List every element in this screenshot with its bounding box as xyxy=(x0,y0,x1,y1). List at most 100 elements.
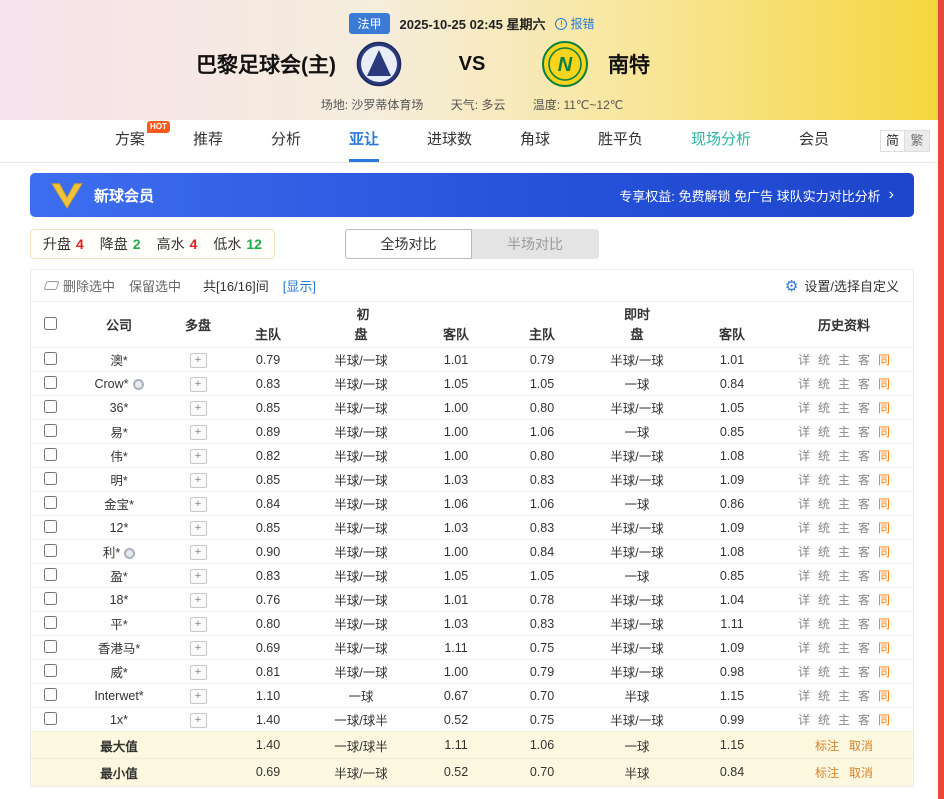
history-link-客[interactable]: 客 xyxy=(858,713,870,727)
multi-odds-button[interactable]: + xyxy=(190,569,207,584)
history-link-同[interactable]: 同 xyxy=(878,689,890,703)
row-checkbox[interactable] xyxy=(44,712,57,725)
history-link-详[interactable]: 详 xyxy=(798,521,810,535)
company-name[interactable]: 18* xyxy=(110,593,129,607)
multi-odds-button[interactable]: + xyxy=(190,521,207,536)
history-link-主[interactable]: 主 xyxy=(838,353,850,367)
history-link-详[interactable]: 详 xyxy=(798,425,810,439)
history-link-同[interactable]: 同 xyxy=(878,569,890,583)
history-link-统[interactable]: 统 xyxy=(818,617,830,631)
action-标注[interactable]: 标注 xyxy=(815,766,839,780)
history-link-客[interactable]: 客 xyxy=(858,353,870,367)
history-link-客[interactable]: 客 xyxy=(858,617,870,631)
row-checkbox[interactable] xyxy=(44,688,57,701)
action-标注[interactable]: 标注 xyxy=(815,739,839,753)
history-link-统[interactable]: 统 xyxy=(818,497,830,511)
company-name[interactable]: 36* xyxy=(110,401,129,415)
history-link-同[interactable]: 同 xyxy=(878,449,890,463)
company-name[interactable]: Interwet* xyxy=(94,689,143,703)
history-link-详[interactable]: 详 xyxy=(798,689,810,703)
multi-odds-button[interactable]: + xyxy=(190,401,207,416)
history-link-同[interactable]: 同 xyxy=(878,521,890,535)
multi-odds-button[interactable]: + xyxy=(190,689,207,704)
row-checkbox[interactable] xyxy=(44,352,57,365)
multi-odds-button[interactable]: + xyxy=(190,713,207,728)
row-checkbox[interactable] xyxy=(44,640,57,653)
history-link-客[interactable]: 客 xyxy=(858,377,870,391)
history-link-主[interactable]: 主 xyxy=(838,545,850,559)
history-link-统[interactable]: 统 xyxy=(818,449,830,463)
history-link-统[interactable]: 统 xyxy=(818,473,830,487)
history-link-同[interactable]: 同 xyxy=(878,401,890,415)
row-checkbox[interactable] xyxy=(44,400,57,413)
action-取消[interactable]: 取消 xyxy=(849,739,873,753)
company-name[interactable]: 威* xyxy=(110,666,127,680)
company-name[interactable]: 澳* xyxy=(110,354,127,368)
history-link-统[interactable]: 统 xyxy=(818,689,830,703)
history-link-主[interactable]: 主 xyxy=(838,665,850,679)
nav-item-分析[interactable]: 分析 xyxy=(271,120,301,162)
row-checkbox[interactable] xyxy=(44,448,57,461)
history-link-主[interactable]: 主 xyxy=(838,425,850,439)
row-checkbox[interactable] xyxy=(44,520,57,533)
half-match-toggle[interactable]: 半场对比 xyxy=(472,229,599,259)
history-link-统[interactable]: 统 xyxy=(818,401,830,415)
company-name[interactable]: 12* xyxy=(110,521,129,535)
company-name[interactable]: 金宝* xyxy=(104,498,134,512)
history-link-详[interactable]: 详 xyxy=(798,641,810,655)
history-link-同[interactable]: 同 xyxy=(878,641,890,655)
history-link-详[interactable]: 详 xyxy=(798,593,810,607)
history-link-主[interactable]: 主 xyxy=(838,593,850,607)
row-checkbox[interactable] xyxy=(44,424,57,437)
history-link-主[interactable]: 主 xyxy=(838,401,850,415)
multi-odds-button[interactable]: + xyxy=(190,353,207,368)
history-link-详[interactable]: 详 xyxy=(798,545,810,559)
history-link-统[interactable]: 统 xyxy=(818,377,830,391)
history-link-详[interactable]: 详 xyxy=(798,665,810,679)
history-link-客[interactable]: 客 xyxy=(858,425,870,439)
history-link-主[interactable]: 主 xyxy=(838,641,850,655)
nav-item-推荐[interactable]: 推荐 xyxy=(193,120,223,162)
history-link-客[interactable]: 客 xyxy=(858,593,870,607)
report-error-link[interactable]: ! 报错 xyxy=(555,15,594,32)
history-link-同[interactable]: 同 xyxy=(878,545,890,559)
history-link-客[interactable]: 客 xyxy=(858,545,870,559)
history-link-同[interactable]: 同 xyxy=(878,377,890,391)
history-link-统[interactable]: 统 xyxy=(818,593,830,607)
history-link-详[interactable]: 详 xyxy=(798,473,810,487)
history-link-客[interactable]: 客 xyxy=(858,689,870,703)
nav-item-现场分析[interactable]: 现场分析 xyxy=(691,120,751,162)
lang-traditional-button[interactable]: 繁 xyxy=(905,130,930,152)
history-link-统[interactable]: 统 xyxy=(818,353,830,367)
history-link-统[interactable]: 统 xyxy=(818,713,830,727)
history-link-同[interactable]: 同 xyxy=(878,593,890,607)
lang-simplified-button[interactable]: 简 xyxy=(880,130,905,152)
nav-item-角球[interactable]: 角球 xyxy=(520,120,550,162)
show-link[interactable]: [显示] xyxy=(283,276,316,295)
multi-odds-button[interactable]: + xyxy=(190,545,207,560)
history-link-主[interactable]: 主 xyxy=(838,473,850,487)
row-checkbox[interactable] xyxy=(44,568,57,581)
row-checkbox[interactable] xyxy=(44,616,57,629)
history-link-详[interactable]: 详 xyxy=(798,353,810,367)
history-link-同[interactable]: 同 xyxy=(878,713,890,727)
history-link-同[interactable]: 同 xyxy=(878,353,890,367)
history-link-同[interactable]: 同 xyxy=(878,473,890,487)
history-link-主[interactable]: 主 xyxy=(838,569,850,583)
history-link-主[interactable]: 主 xyxy=(838,713,850,727)
history-link-统[interactable]: 统 xyxy=(818,425,830,439)
multi-odds-button[interactable]: + xyxy=(190,593,207,608)
multi-odds-button[interactable]: + xyxy=(190,473,207,488)
action-取消[interactable]: 取消 xyxy=(849,766,873,780)
history-link-详[interactable]: 详 xyxy=(798,617,810,631)
history-link-详[interactable]: 详 xyxy=(798,569,810,583)
multi-odds-button[interactable]: + xyxy=(190,497,207,512)
history-link-客[interactable]: 客 xyxy=(858,521,870,535)
history-link-客[interactable]: 客 xyxy=(858,473,870,487)
history-link-主[interactable]: 主 xyxy=(838,377,850,391)
company-name[interactable]: 利* xyxy=(103,546,120,560)
multi-odds-button[interactable]: + xyxy=(190,617,207,632)
history-link-主[interactable]: 主 xyxy=(838,617,850,631)
nav-item-亚让[interactable]: 亚让 xyxy=(349,120,379,162)
member-banner[interactable]: 新球会员 专享权益: 免费解锁 免广告 球队实力对比分析 › xyxy=(30,173,914,217)
